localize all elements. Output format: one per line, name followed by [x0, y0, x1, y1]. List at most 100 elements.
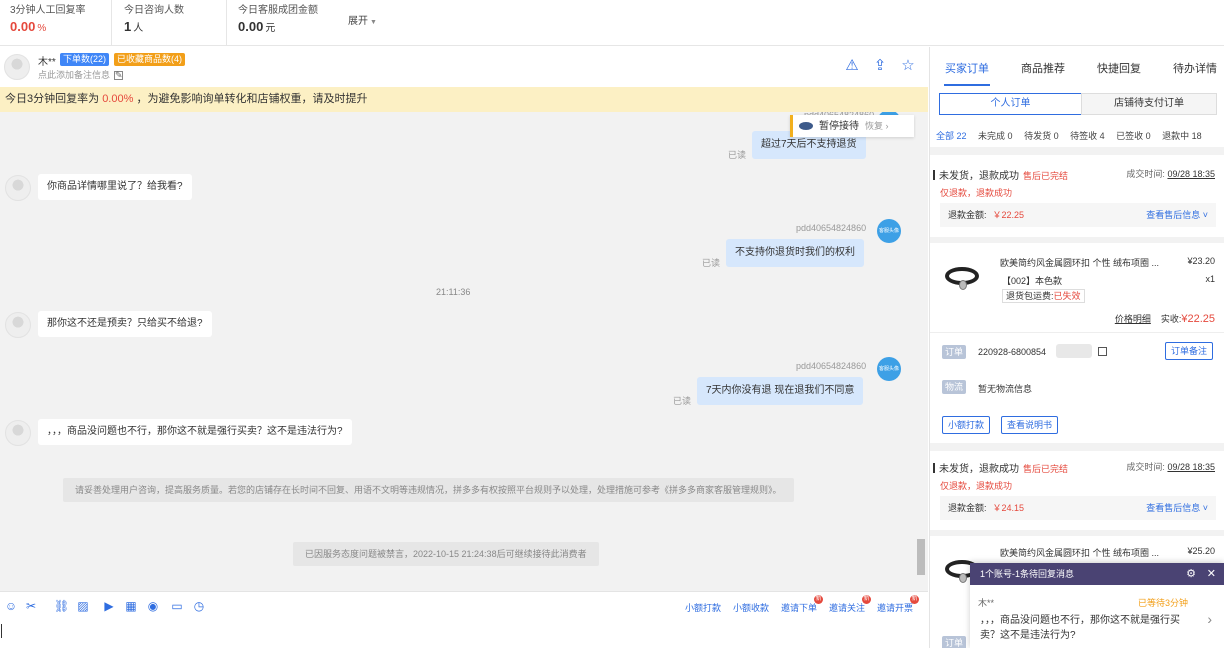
order-filters: 全部 22 未完成 0 待发货 0 待签收 4 已签收 0 退款中 18: [936, 129, 1211, 142]
gear-icon[interactable]: ⚙: [1186, 563, 1196, 585]
invite-invoice-link[interactable]: 邀请开票新: [877, 595, 920, 614]
refund-type: 仅退款，退款成功: [940, 188, 1013, 198]
view-after-sale-link[interactable]: 查看售后信息 ˅: [1146, 496, 1208, 520]
chat-window: 木** 下单数(22) 已收藏商品数(4) 点此添加备注信息 ✎ ⚠ ⇪ ☆ 今日…: [0, 47, 928, 648]
clock-icon[interactable]: ◷: [192, 599, 206, 613]
order-card: 未发货，退款成功 售后已完结 成交时间: 09/28 18:35 仅退款，退款成功…: [930, 167, 1224, 437]
edit-icon: ✎: [114, 70, 124, 80]
customer-avatar: [5, 420, 31, 446]
message-input-area[interactable]: ☺ ✂ ⛓ ▨ ▶ ▦ ◉ ▭ ◷ 小额打款 小额收款 邀请下单新 邀请关注新 …: [0, 591, 928, 648]
choker-charm: [959, 280, 967, 290]
warning-icon[interactable]: ⚠: [843, 57, 861, 75]
video-icon[interactable]: ▶: [102, 599, 116, 613]
text-cursor: [1, 624, 2, 638]
logistics-tag: 物流: [942, 380, 967, 394]
stat-unit: 元: [265, 23, 276, 34]
divider: [930, 147, 1224, 155]
expand-toggle[interactable]: 展开 ▼: [348, 12, 377, 27]
message-sender: pdd40654824860: [796, 361, 867, 371]
filter-refunding[interactable]: 退款中 18: [1162, 131, 1202, 141]
filter-incomplete[interactable]: 未完成 0: [978, 131, 1013, 141]
divider: [930, 237, 1224, 243]
side-panel: 买家订单 商品推荐 快捷回复 待办详情 个人订单 店铺待支付订单 全部 22 未…: [929, 47, 1224, 648]
price-detail-link[interactable]: 价格明细: [1115, 314, 1151, 324]
order-tag: 订单: [942, 636, 967, 648]
masked-order-digits: [1056, 344, 1092, 358]
product-sku: 【002】本色款: [1002, 276, 1063, 286]
small-payment-link[interactable]: 小额打款: [685, 601, 721, 614]
stat-consult-count: 今日咨询人数 1人: [113, 0, 227, 46]
quick-link-label: 邀请关注: [829, 603, 866, 613]
chat-header: 木** 下单数(22) 已收藏商品数(4) 点此添加备注信息 ✎ ⚠ ⇪ ☆: [0, 47, 928, 87]
stat-unit: %: [37, 23, 47, 34]
segment-personal-orders[interactable]: 个人订单: [939, 93, 1082, 115]
emoji-icon[interactable]: ☺: [4, 599, 18, 613]
active-tab-indicator: [944, 84, 990, 86]
product-image[interactable]: [940, 253, 986, 299]
scissors-icon[interactable]: ✂: [24, 599, 38, 613]
time-value: 09/28 18:35: [1167, 462, 1215, 472]
product-title[interactable]: 欧美简约风金属圆环扣 个性 绒布项圈 ...: [1000, 256, 1159, 269]
agent-avatar: 客服头像: [877, 219, 901, 243]
customer-avatar[interactable]: [4, 54, 30, 80]
stat-number: 0.00: [10, 19, 36, 34]
shipping-status: 已失效: [1053, 291, 1081, 301]
copy-icon[interactable]: [1098, 347, 1107, 356]
view-after-sale-link[interactable]: 查看售后信息 ˅: [1146, 203, 1208, 227]
after-sale-status: 售后已完结: [1023, 171, 1069, 181]
image-icon[interactable]: ▨: [76, 599, 90, 613]
remark-link[interactable]: 点此添加备注信息 ✎: [38, 68, 124, 81]
view-manual-button[interactable]: 查看说明书: [1001, 416, 1059, 434]
product-title[interactable]: 欧美简约风金属圆环扣 个性 绒布项圈 ...: [1000, 546, 1159, 559]
small-collect-link[interactable]: 小额收款: [733, 601, 769, 614]
agent-message: 7天内你没有退 现在退我们不同意: [697, 377, 864, 405]
resume-label: 恢复: [865, 121, 884, 131]
invite-follow-link[interactable]: 邀请关注新: [829, 595, 872, 614]
divider: [930, 530, 1224, 536]
chat-scrollbar[interactable]: [916, 119, 926, 592]
product-qty: x1: [1205, 274, 1215, 284]
scrollbar-thumb[interactable]: [917, 539, 925, 575]
divider: [930, 332, 1224, 333]
resume-button[interactable]: 恢复 ›: [865, 121, 889, 131]
pending-message-popup[interactable]: 1个账号-1条待回复消息 ⚙ ✕ 木** 已等待3分钟 ，，，商品没问题也不行，那你…: [970, 563, 1224, 648]
favorites-count-badge[interactable]: 已收藏商品数(4): [114, 53, 185, 66]
segment-shop-pending-orders[interactable]: 店铺待支付订单: [1081, 93, 1217, 115]
stat-number: 0.00: [238, 19, 264, 34]
pause-label: 暂停接待: [819, 121, 859, 132]
coupon-icon[interactable]: ◉: [146, 599, 160, 613]
pause-reception-bar[interactable]: 暂停接待 恢复 ›: [790, 115, 914, 137]
tab-quick-reply[interactable]: 快捷回复: [1097, 60, 1141, 76]
tab-product-recommend[interactable]: 商品推荐: [1021, 60, 1065, 76]
order-remark-button[interactable]: 订单备注: [1165, 342, 1214, 360]
after-sale-link-label: 查看售后信息: [1146, 210, 1201, 220]
filter-all[interactable]: 全部 22: [936, 131, 967, 141]
star-icon[interactable]: ☆: [899, 57, 917, 75]
divider: [930, 443, 1224, 451]
popup-message-text[interactable]: ，，，商品没问题也不行，那你这不就是强行买卖？这不是违法行为?: [980, 613, 1190, 643]
orders-count-badge[interactable]: 下单数(22): [60, 53, 110, 66]
filter-received[interactable]: 已签收 0: [1116, 131, 1151, 141]
mute-notice: 已因服务态度问题被禁言，2022-10-15 21:24:38后可继续接待此消费…: [293, 542, 599, 566]
stat-group-amount: 今日客服成团金额 0.00 元: [228, 0, 338, 46]
invite-order-link[interactable]: 邀请下单新: [781, 595, 824, 614]
link-icon[interactable]: ⛓: [54, 599, 69, 613]
filter-to-receive[interactable]: 待签收 4: [1070, 131, 1105, 141]
popup-header: 1个账号-1条待回复消息 ⚙ ✕: [970, 563, 1224, 585]
shipping-label: 退货包运费:: [1006, 291, 1054, 301]
order-number: 220928-6800854: [978, 347, 1047, 357]
stat-number: 1: [124, 19, 132, 34]
tab-buyer-orders[interactable]: 买家订单: [945, 60, 989, 76]
tab-todo-details[interactable]: 待办详情: [1173, 60, 1217, 76]
message-sender: pdd40654824860: [796, 223, 867, 233]
refund-amount-label: 退款金额:: [948, 503, 987, 513]
filter-to-ship[interactable]: 待发货 0: [1024, 131, 1059, 141]
stats-bar: 3分钟人工回复率 0.00% 今日咨询人数 1人 今日客服成团金额 0.00 元 …: [0, 0, 1224, 46]
share-icon[interactable]: ⇪: [871, 57, 889, 75]
chevron-right-icon[interactable]: ›: [1207, 611, 1212, 627]
close-icon[interactable]: ✕: [1207, 563, 1216, 585]
customer-message: 那你这不还是预卖？只给买不给退?: [38, 311, 212, 337]
small-payment-button[interactable]: 小额打款: [942, 416, 991, 434]
product-card-icon[interactable]: ▦: [124, 599, 138, 613]
folder-icon[interactable]: ▭: [170, 599, 184, 613]
